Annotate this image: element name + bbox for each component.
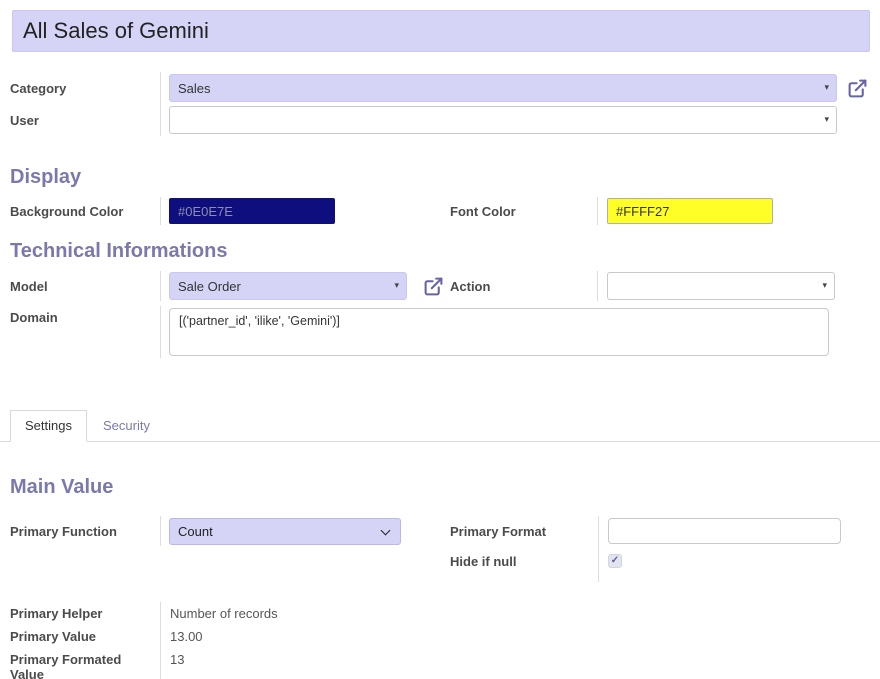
- primary-value-row: Primary Value 13.00: [0, 625, 880, 648]
- primary-helper-label: Primary Helper: [10, 606, 103, 621]
- model-value: Sale Order: [178, 279, 241, 294]
- primary-helper-row: Primary Helper Number of records: [0, 602, 880, 625]
- dropdown-caret-icon: ▾: [824, 114, 829, 125]
- model-external-link-button[interactable]: [423, 276, 444, 297]
- user-row: User ▾: [0, 104, 880, 136]
- primary-formated-value-value: 13: [160, 648, 880, 679]
- font-color-input[interactable]: [607, 198, 773, 224]
- external-link-icon: [423, 276, 444, 297]
- model-dropdown[interactable]: Sale Order ▾: [169, 272, 407, 300]
- tab-settings[interactable]: Settings: [10, 410, 87, 442]
- dropdown-caret-icon: ▾: [822, 280, 827, 291]
- main-value-heading: Main Value: [0, 476, 880, 499]
- primary-info-group: Primary Helper Number of records Primary…: [0, 602, 880, 679]
- external-link-icon: [847, 78, 868, 99]
- category-value: Sales: [178, 81, 211, 96]
- model-action-row: Model Sale Order ▾ Action ▾: [0, 271, 880, 301]
- category-dropdown[interactable]: Sales ▾: [169, 74, 837, 102]
- kpi-title-input[interactable]: [12, 10, 870, 52]
- action-label: Action: [450, 279, 490, 294]
- tab-security[interactable]: Security: [89, 411, 164, 441]
- domain-label: Domain: [10, 310, 58, 325]
- primary-helper-value: Number of records: [160, 602, 880, 625]
- chevron-down-icon: [381, 525, 391, 535]
- notebook-tabbar: Settings Security: [0, 410, 880, 442]
- model-label: Model: [10, 279, 48, 294]
- primary-function-value: Count: [178, 524, 213, 539]
- primary-function-label: Primary Function: [10, 524, 117, 539]
- category-external-link-button[interactable]: [847, 78, 868, 99]
- background-color-label: Background Color: [10, 204, 123, 219]
- hide-if-null-checkbox[interactable]: ✓: [608, 554, 622, 568]
- primary-function-group: Primary Function Count Primary Format Hi…: [0, 516, 880, 582]
- background-color-input[interactable]: [169, 198, 335, 224]
- primary-value-label: Primary Value: [10, 629, 96, 644]
- hide-if-null-label: Hide if null: [450, 554, 516, 569]
- action-dropdown[interactable]: ▾: [607, 272, 835, 300]
- category-row: Category Sales ▾: [0, 72, 880, 104]
- primary-formated-value-row: Primary Formated Value 13: [0, 648, 880, 679]
- domain-row: Domain [('partner_id', 'ilike', 'Gemini'…: [0, 306, 880, 358]
- user-dropdown[interactable]: ▾: [169, 106, 837, 134]
- category-label: Category: [10, 81, 66, 96]
- technical-section-heading: Technical Informations: [0, 240, 880, 263]
- general-field-group: Category Sales ▾ User ▾: [0, 72, 880, 136]
- dropdown-caret-icon: ▾: [824, 82, 829, 93]
- dropdown-caret-icon: ▾: [394, 280, 399, 291]
- display-section-heading: Display: [0, 166, 880, 189]
- font-color-label: Font Color: [450, 204, 516, 219]
- colors-row: Background Color Font Color: [0, 197, 880, 225]
- primary-format-label: Primary Format: [450, 524, 546, 539]
- domain-textarea[interactable]: [('partner_id', 'ilike', 'Gemini')]: [169, 308, 829, 356]
- check-icon: ✓: [611, 556, 619, 566]
- user-label: User: [10, 113, 39, 128]
- primary-format-input[interactable]: [608, 518, 841, 544]
- primary-value-value: 13.00: [160, 625, 880, 648]
- primary-function-select[interactable]: Count: [169, 518, 401, 545]
- primary-formated-value-label: Primary Formated Value: [10, 652, 121, 679]
